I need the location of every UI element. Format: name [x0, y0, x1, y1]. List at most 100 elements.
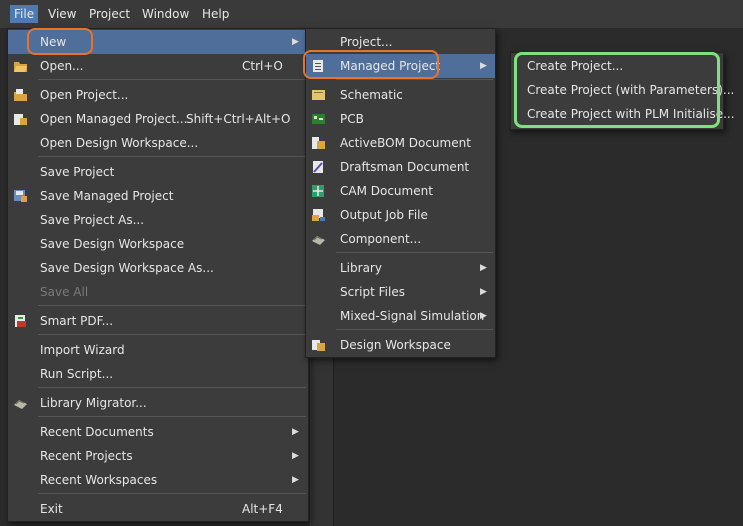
- menu-separator: [38, 334, 306, 335]
- open-project-icon: [14, 89, 27, 101]
- menu-item-label: PCB: [340, 112, 364, 126]
- menu-item-label: Open...: [40, 59, 84, 73]
- shortcut-label: Shift+Ctrl+Alt+O: [186, 112, 291, 126]
- menu-separator: [38, 305, 306, 306]
- menu-separator: [38, 493, 306, 494]
- menu-item-smart-pdf[interactable]: Smart PDF...: [8, 309, 308, 333]
- shortcut-label: Ctrl+O: [242, 59, 283, 73]
- menu-item-library-migrator[interactable]: Library Migrator...: [8, 391, 308, 415]
- menu-item-recent-projects[interactable]: Recent Projects ▶: [8, 444, 308, 468]
- submenu-arrow-icon: ▶: [292, 451, 299, 461]
- menu-item-label: Smart PDF...: [40, 314, 114, 328]
- menu-item-recent-workspaces[interactable]: Recent Workspaces ▶: [8, 468, 308, 492]
- menu-item-schematic[interactable]: Schematic: [306, 83, 495, 107]
- menu-item-design-workspace[interactable]: Design Workspace: [306, 333, 495, 357]
- menu-item-label: Schematic: [340, 88, 403, 102]
- menu-item-run-script[interactable]: Run Script...: [8, 362, 308, 386]
- menu-item-recent-documents[interactable]: Recent Documents ▶: [8, 420, 308, 444]
- menu-item-save-design-workspace-as[interactable]: Save Design Workspace As...: [8, 256, 308, 280]
- menu-item-save-all: Save All: [8, 280, 308, 304]
- highlight-new: [27, 28, 93, 55]
- menu-item-pcb[interactable]: PCB: [306, 107, 495, 131]
- menu-item-exit[interactable]: Exit Alt+F4: [8, 497, 308, 521]
- menu-item-open-project[interactable]: Open Project...: [8, 83, 308, 107]
- menu-item-mixed-signal[interactable]: Mixed-Signal Simulation ▶: [306, 304, 495, 328]
- menu-item-open-design-workspace[interactable]: Open Design Workspace...: [8, 131, 308, 155]
- menu-item-label: Recent Projects: [40, 449, 133, 463]
- menu-item-label: Library Migrator...: [40, 396, 147, 410]
- menu-item-label: Output Job File: [340, 208, 428, 222]
- menu-help[interactable]: Help: [198, 5, 233, 23]
- menu-separator: [38, 79, 306, 80]
- activebom-icon: [312, 137, 325, 149]
- menu-item-save-project[interactable]: Save Project: [8, 160, 308, 184]
- menu-item-label: Component...: [340, 232, 422, 246]
- open-managed-project-icon: [14, 114, 27, 125]
- menu-separator: [336, 329, 493, 330]
- menu-item-label: Recent Workspaces: [40, 473, 158, 487]
- file-menu: New ▶ Open... Ctrl+O Open Project... Ope…: [7, 28, 309, 522]
- menu-bar: File View Project Window Help: [0, 0, 743, 29]
- submenu-arrow-icon: ▶: [292, 37, 299, 47]
- menu-item-activebom[interactable]: ActiveBOM Document: [306, 131, 495, 155]
- highlight-managed-project: [303, 50, 439, 79]
- schematic-icon: [312, 90, 325, 100]
- menu-item-component[interactable]: Component...: [306, 227, 495, 251]
- save-managed-icon: [14, 190, 27, 202]
- menu-item-cam[interactable]: CAM Document: [306, 179, 495, 203]
- menu-item-label: Run Script...: [40, 367, 114, 381]
- submenu-arrow-icon: ▶: [292, 475, 299, 485]
- menu-window[interactable]: Window: [138, 5, 193, 23]
- submenu-arrow-icon: ▶: [480, 263, 487, 273]
- menu-item-label: Save Design Workspace As...: [40, 261, 214, 275]
- smart-pdf-icon: [15, 315, 26, 327]
- menu-separator: [336, 79, 493, 80]
- menu-item-label: ActiveBOM Document: [340, 136, 471, 150]
- menu-separator: [336, 252, 493, 253]
- menu-item-label: Script Files: [340, 285, 405, 299]
- menu-item-label: Save Design Workspace: [40, 237, 185, 251]
- component-icon: [312, 236, 325, 245]
- output-job-icon: [312, 209, 325, 221]
- menu-item-library[interactable]: Library ▶: [306, 256, 495, 280]
- menu-item-save-project-as[interactable]: Save Project As...: [8, 208, 308, 232]
- menu-item-open-managed-project[interactable]: Open Managed Project... Shift+Ctrl+Alt+O: [8, 107, 308, 131]
- menu-item-save-design-workspace[interactable]: Save Design Workspace: [8, 232, 308, 256]
- folder-open-icon: [14, 62, 27, 72]
- menu-item-script-files[interactable]: Script Files ▶: [306, 280, 495, 304]
- menu-item-save-managed-project[interactable]: Save Managed Project: [8, 184, 308, 208]
- highlight-create-options: [514, 52, 720, 128]
- menu-item-label: Save Project: [40, 165, 115, 179]
- library-migrator-icon: [14, 400, 27, 409]
- menu-item-label: Import Wizard: [40, 343, 125, 357]
- menu-item-label: Save All: [40, 285, 89, 299]
- menu-item-label: Open Design Workspace...: [40, 136, 199, 150]
- draftsman-icon: [313, 161, 323, 173]
- menu-item-open[interactable]: Open... Ctrl+O: [8, 54, 308, 78]
- cam-icon: [312, 185, 324, 197]
- menu-item-label: Save Project As...: [40, 213, 145, 227]
- menu-item-label: Exit: [40, 502, 63, 516]
- menu-item-label: CAM Document: [340, 184, 433, 198]
- shortcut-label: Alt+F4: [242, 502, 283, 516]
- menu-item-label: Library: [340, 261, 382, 275]
- menu-item-label: Open Project...: [40, 88, 129, 102]
- menu-item-output-job[interactable]: Output Job File: [306, 203, 495, 227]
- menu-file[interactable]: File: [10, 5, 39, 23]
- menu-item-label: Design Workspace: [340, 338, 451, 352]
- pcb-icon: [312, 114, 325, 124]
- submenu-arrow-icon: ▶: [480, 61, 487, 71]
- menu-separator: [38, 156, 306, 157]
- menu-project[interactable]: Project: [85, 5, 134, 23]
- menu-item-label: Open Managed Project...: [40, 112, 188, 126]
- design-workspace-icon: [312, 340, 325, 351]
- menu-item-label: Draftsman Document: [340, 160, 470, 174]
- submenu-arrow-icon: ▶: [292, 427, 299, 437]
- submenu-arrow-icon: ▶: [480, 311, 487, 321]
- menu-item-draftsman[interactable]: Draftsman Document: [306, 155, 495, 179]
- menu-separator: [38, 416, 306, 417]
- menu-item-label: Recent Documents: [40, 425, 154, 439]
- menu-item-import-wizard[interactable]: Import Wizard: [8, 338, 308, 362]
- menu-view[interactable]: View: [44, 5, 80, 23]
- menu-item-label: Mixed-Signal Simulation: [340, 309, 485, 323]
